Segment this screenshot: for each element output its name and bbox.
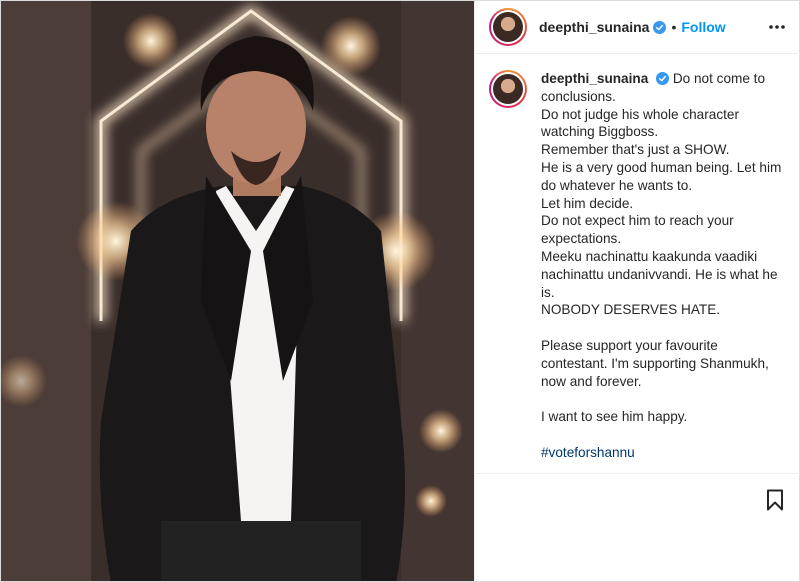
caption-verified-icon <box>656 72 670 85</box>
more-options-icon[interactable] <box>767 17 787 37</box>
hashtag-link[interactable]: #voteforshannu <box>541 444 787 462</box>
post-header: deepthi_sunaina • Follow <box>475 1 800 54</box>
caption-line: Remember that's just a SHOW. <box>541 142 730 158</box>
caption-line: ​ <box>541 426 787 444</box>
header-username[interactable]: deepthi_sunaina <box>539 19 649 35</box>
caption-line: Meeku nachinattu kaakunda vaadiki nachin… <box>541 248 782 300</box>
bookmark-icon[interactable] <box>763 488 787 512</box>
avatar[interactable] <box>489 8 527 46</box>
caption-line: Do not judge his whole character watchin… <box>541 106 743 140</box>
caption-line: Please support your favourite contestant… <box>541 337 773 389</box>
caption-line: NOBODY DESERVES HATE. <box>541 302 721 318</box>
caption-line: ​ <box>541 390 787 408</box>
caption-line: Let him decide. <box>541 195 634 211</box>
separator-dot: • <box>671 19 677 35</box>
action-bar <box>475 473 800 534</box>
caption-line: He is a very good human being. Let him d… <box>541 159 786 193</box>
follow-button[interactable]: Follow <box>681 19 725 35</box>
post-container: deepthi_sunaina • Follow deepthi_sunaina <box>0 0 800 582</box>
caption-block: deepthi_sunaina Do not come to conclusio… <box>475 54 800 462</box>
verified-badge-icon <box>653 20 667 34</box>
post-sidebar: deepthi_sunaina • Follow deepthi_sunaina <box>474 1 800 581</box>
caption-line: Do not expect him to reach your expectat… <box>541 213 738 247</box>
caption-avatar[interactable] <box>489 70 527 108</box>
post-photo[interactable] <box>1 1 474 581</box>
caption-line: ​ <box>541 319 787 337</box>
person-figure <box>99 36 405 581</box>
caption-username[interactable]: deepthi_sunaina <box>541 71 648 86</box>
caption-text: deepthi_sunaina Do not come to conclusio… <box>541 70 787 462</box>
caption-line: I want to see him happy. <box>541 409 688 425</box>
